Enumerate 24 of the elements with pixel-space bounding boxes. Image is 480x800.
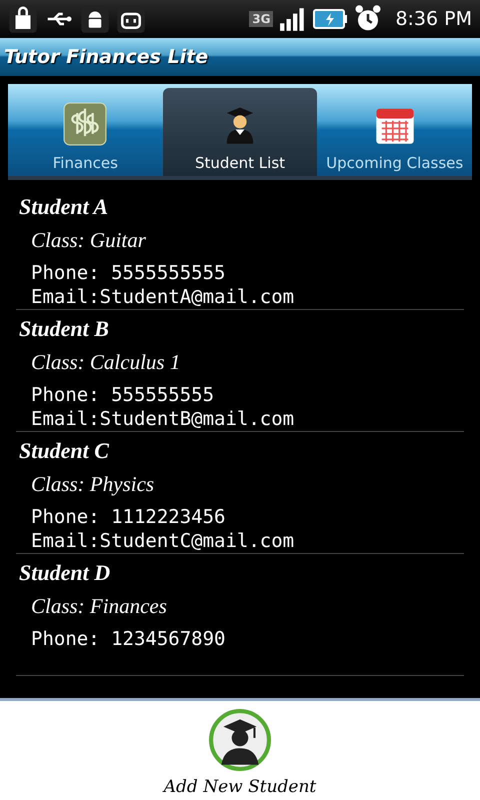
graduate-avatar-icon [209, 709, 271, 771]
battery-icon [313, 7, 348, 31]
student-name[interactable]: Student D [19, 560, 461, 586]
app-title: Tutor Finances Lite [4, 46, 208, 68]
phone-label: Phone: 1234567890 [31, 627, 226, 651]
dollar-signs-icon [63, 102, 108, 146]
email-label: Email:StudentA@mail.com [31, 285, 296, 309]
class-label: Class: Guitar [31, 228, 147, 253]
tab[interactable]: Student List [162, 88, 318, 176]
network-type: 3G [249, 11, 274, 27]
phone-label: Phone: 1112223456 [31, 505, 226, 529]
tab[interactable]: Finances [8, 84, 163, 176]
email-label: Email:StudentB@mail.com [31, 407, 296, 431]
student-name[interactable]: Student A [19, 194, 461, 220]
phone-label: Phone: 555555555 [31, 383, 216, 407]
student-name[interactable]: Student C [19, 438, 461, 464]
clock-time: 8:36 PM [395, 8, 472, 30]
class-label: Class: Physics [31, 472, 156, 497]
email-label: Email:StudentC@mail.com [31, 529, 296, 553]
phone-label: Phone: 5555555555 [31, 261, 226, 285]
class-label: Class: Calculus 1 [31, 350, 182, 375]
student-name[interactable]: Student B [19, 316, 461, 342]
class-label: Class: Finances [31, 594, 168, 619]
tab[interactable]: Upcoming Classes [317, 84, 472, 176]
